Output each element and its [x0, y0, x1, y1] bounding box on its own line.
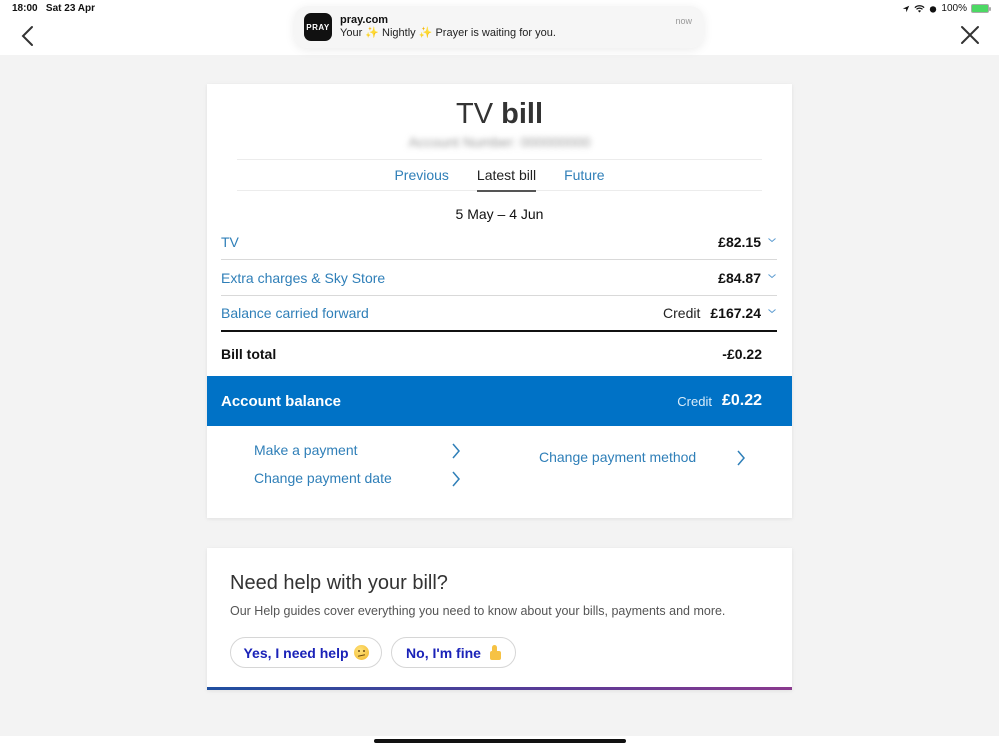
button-label: No, I'm fine [406, 644, 481, 661]
help-description: Our Help guides cover everything you nee… [230, 604, 726, 618]
bill-total-amount: -£0.22 [722, 346, 762, 362]
no-im-fine-button[interactable]: No, I'm fine [391, 637, 516, 668]
notification-time: now [675, 16, 692, 26]
location-icon [903, 5, 910, 12]
line-item-label: Balance carried forward [221, 305, 369, 321]
change-payment-method-link[interactable]: Change payment method [539, 449, 749, 466]
notification-message: Your ✨ Nightly ✨ Prayer is waiting for y… [340, 27, 556, 39]
bill-tabs: Previous Latest bill Future [237, 159, 762, 192]
notification-banner[interactable]: PRAY pray.com Your ✨ Nightly ✨ Prayer is… [294, 6, 704, 48]
action-label: Change payment date [254, 470, 392, 486]
account-balance-label: Account balance [221, 392, 342, 410]
line-items: TV £82.15 Extra charges & Sky Store £84.… [221, 224, 777, 332]
line-item-label: Extra charges & Sky Store [221, 269, 386, 286]
payment-actions: Make a payment Change payment date Chang… [207, 436, 792, 516]
yes-need-help-button[interactable]: Yes, I need help [230, 637, 382, 668]
thumbs-up-icon [486, 645, 501, 660]
make-payment-link[interactable]: Make a payment [254, 442, 464, 459]
home-indicator[interactable] [374, 739, 626, 743]
date-text: Sat 23 Apr [45, 3, 96, 14]
line-item-amount: £84.87 [718, 269, 761, 286]
line-item-amount: £82.15 [718, 233, 761, 250]
close-button[interactable] [959, 24, 981, 46]
button-label: Yes, I need help [243, 644, 349, 661]
back-button[interactable] [18, 24, 38, 48]
confused-face-icon [353, 645, 369, 660]
chevron-right-icon [737, 450, 745, 466]
tab-future[interactable]: Future [564, 160, 604, 191]
chevron-down-icon [768, 309, 776, 314]
chevron-left-icon [21, 26, 33, 46]
status-time: 18:00 Sat 23 Apr [12, 3, 95, 14]
title-bold: bill [501, 98, 543, 130]
bill-total-label: Bill total [221, 346, 277, 362]
close-icon [961, 26, 979, 44]
title-light: TV [455, 98, 494, 130]
line-item-amount: £167.24 [710, 305, 761, 321]
time-text: 18:00 [12, 3, 38, 14]
chevron-down-icon [768, 237, 776, 242]
line-item-extra-charges[interactable]: Extra charges & Sky Store £84.87 [221, 260, 777, 296]
pray-app-icon: PRAY [304, 13, 332, 41]
help-card: Need help with your bill? Our Help guide… [207, 548, 792, 690]
tab-previous[interactable]: Previous [394, 160, 448, 191]
bill-total: Bill total -£0.22 [221, 336, 762, 372]
tab-latest-bill[interactable]: Latest bill [476, 160, 537, 192]
bill-card: TV bill Account Number: 000000000 Previo… [207, 84, 792, 518]
account-balance-amount: £0.22 [721, 392, 762, 409]
battery-percent: 100% [941, 3, 967, 14]
account-number: Account Number: 000000000 [408, 134, 591, 150]
account-balance-bar: Account balance Credit £0.22 [207, 376, 792, 426]
chevron-right-icon [452, 471, 460, 487]
page-title: TV bill [207, 98, 792, 131]
account-balance-credit: Credit [677, 393, 712, 409]
notification-app: pray.com [340, 14, 389, 26]
line-item-credit: Credit [663, 305, 701, 321]
wifi-icon [914, 4, 925, 13]
line-item-label: TV [221, 233, 239, 250]
alarm-icon [930, 5, 937, 13]
chevron-right-icon [452, 443, 460, 459]
notification-content: pray.com Your ✨ Nightly ✨ Prayer is wait… [340, 14, 694, 40]
action-label: Make a payment [254, 442, 358, 458]
line-item-balance-carried-forward[interactable]: Balance carried forward Credit £167.24 [221, 296, 777, 332]
chevron-down-icon [768, 273, 776, 278]
line-item-tv[interactable]: TV £82.15 [221, 224, 777, 260]
action-label: Change payment method [539, 449, 697, 465]
help-title: Need help with your bill? [230, 572, 448, 594]
battery-charging-icon [971, 4, 991, 13]
bill-period: 5 May – 4 Jun [455, 206, 544, 222]
change-payment-date-link[interactable]: Change payment date [254, 470, 464, 487]
status-indicators: 100% [902, 3, 991, 14]
